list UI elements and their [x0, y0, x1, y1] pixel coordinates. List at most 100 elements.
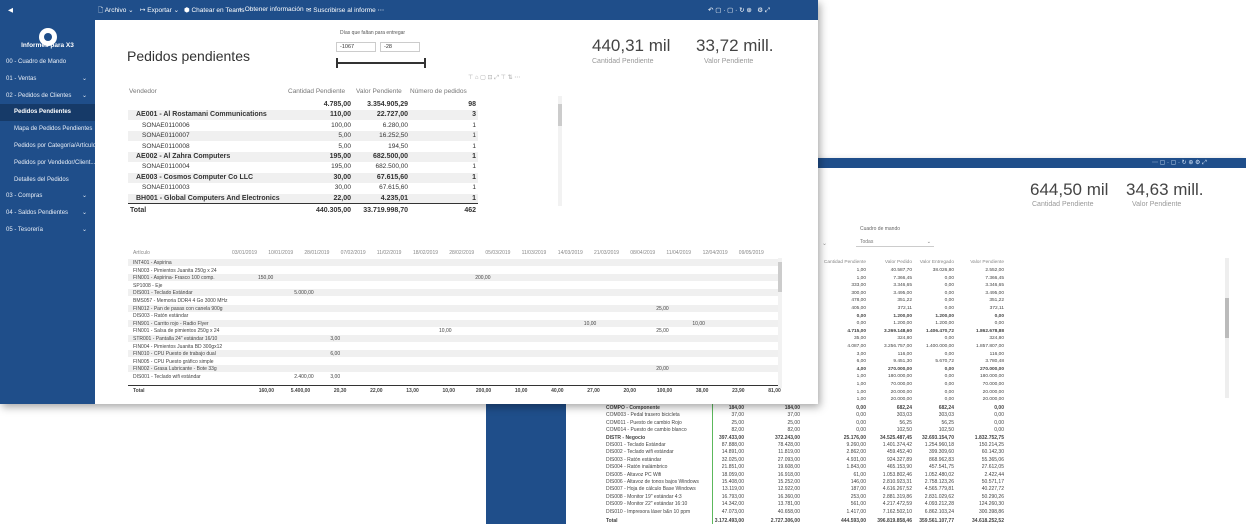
back-table-cell: 1.862.678,88 [975, 328, 1004, 334]
sidebar-item[interactable]: 05 - Tesorería ⌄ [0, 222, 95, 239]
toolbar-insights[interactable]: ♁ Obtener información [238, 6, 304, 13]
back-arrow-icon[interactable]: ◀ [8, 6, 13, 14]
back-scrollbar[interactable] [1225, 258, 1229, 398]
matrix-header-date[interactable]: 05/03/2019 [485, 250, 510, 256]
window-controls-icon[interactable]: ⋯ ▢ · ▢ · ↻ ⊕ ⚙ ⤢ [1152, 159, 1207, 167]
slider-handle-min[interactable] [336, 58, 338, 68]
matrix-total-cell: 23,90 [732, 388, 745, 394]
sidebar-item[interactable]: Detalles del Pedidos [0, 172, 95, 189]
toolbar-file[interactable]: 🗋 Archivo ⌄ [98, 6, 134, 17]
matrix-header-date[interactable]: 11/02/2019 [377, 250, 402, 256]
visual-header-icons[interactable]: ⊤ ⌂ ▢ ⊡ ⤢ ⊤ ⇅ ⋯ [468, 74, 520, 82]
sidebar-item[interactable]: 03 - Compras ⌄ [0, 188, 95, 205]
matrix-header-date[interactable]: 14/03/2019 [558, 250, 583, 256]
matrix-scrollbar[interactable] [778, 258, 782, 388]
matrix-header-date[interactable]: 11/04/2019 [666, 250, 691, 256]
sidebar-item-label: 05 - Tesorería [6, 227, 43, 233]
back-table-cell: 35,00 [853, 336, 866, 342]
matrix-cell: 150,00 [258, 275, 274, 282]
matrix-row[interactable] [128, 304, 778, 312]
toolbar-subscribe[interactable]: ✉ Suscribirse al informe ⋯ [306, 6, 384, 14]
slider-min-input[interactable]: -1067 [336, 42, 376, 52]
back-table-cell: 0,00 [994, 313, 1004, 319]
toolbar-teams[interactable]: ⬢ Chatear en Teams [184, 6, 244, 14]
back-table-cell: 0,00 [944, 283, 954, 289]
back-table-header[interactable]: Valor Pendiente [958, 260, 1004, 265]
matrix-header-date[interactable]: 18/02/2019 [413, 250, 438, 256]
detail-cell: 2.881.319,86 [882, 493, 912, 500]
matrix-cell: 10,00 [583, 320, 597, 327]
matrix-row[interactable] [128, 350, 778, 358]
detail-cell: 561,00 [850, 501, 866, 508]
back-table-cell: 405,00 [851, 306, 866, 311]
detail-cell: 1.832.752,75 [974, 434, 1004, 441]
sidebar-item[interactable]: Pedidos Pendientes [0, 104, 95, 122]
back-table-cell: 324,80 [989, 336, 1004, 342]
detail-cell: 34.525.487,45 [880, 434, 912, 441]
matrix-header-date[interactable]: 21/03/2019 [594, 250, 619, 256]
back-filter-dropdown[interactable]: Todas ⌄ [856, 236, 934, 247]
table-total-orders: 462 [464, 207, 476, 214]
table-cell-orders: 1 [472, 132, 476, 140]
table-header-qty[interactable]: Cantidad Pendiente [288, 88, 345, 95]
matrix-header-date[interactable]: 08/04/2019 [630, 250, 655, 256]
detail-row-label: DIS001 - Teclado Estándar [606, 442, 666, 448]
sidebar-item[interactable]: Pedidos por Vendedor/Client... [0, 155, 95, 172]
sidebar-item-label: 00 - Cuadro de Mando [6, 59, 67, 65]
back-table-cell: 0,00 [944, 290, 954, 296]
matrix-header-date[interactable]: 03/01/2019 [232, 250, 257, 256]
chevron-down-icon[interactable]: ⌄ [822, 240, 827, 247]
toolbar-export[interactable]: ↦ Exportar ⌄ [140, 6, 179, 14]
sidebar-item[interactable]: 02 - Pedidos de Clientes ⌄ [0, 88, 95, 105]
table-cell-qty: 5,00 [338, 132, 351, 140]
slider-max-input[interactable]: -28 [380, 42, 420, 52]
matrix-header-date[interactable]: 07/02/2019 [341, 250, 366, 256]
sidebar-item[interactable]: 04 - Saldos Pendientes ⌄ [0, 205, 95, 222]
detail-cell: 2.422,44 [984, 471, 1004, 478]
chevron-down-icon: ⌄ [81, 227, 87, 233]
sidebar-item[interactable]: Mapa de Pedidos Pendientes [0, 121, 95, 138]
detail-row-label: COM014 - Puesto de cambio blanco [606, 427, 687, 434]
back-kpi-qty-label: Cantidad Pendiente [1032, 201, 1094, 208]
table-cell-seller: AE002 - Al Zahra Computers [136, 153, 231, 160]
back-table-header[interactable]: Cantidad Pendiente [820, 260, 866, 265]
sidebar-item[interactable]: 00 - Cuadro de Mando [0, 54, 95, 71]
table-header-orders[interactable]: Número de pedidos [410, 88, 467, 95]
matrix-header-date[interactable]: 12/04/2019 [703, 250, 728, 256]
detail-cell: 50.290,26 [981, 493, 1004, 500]
matrix-header-date[interactable]: 11/03/2019 [522, 250, 547, 256]
matrix-header-date[interactable]: 10/01/2019 [268, 250, 293, 256]
detail-cell: 303,03 [896, 412, 912, 419]
slider-handle-max[interactable] [424, 58, 426, 68]
matrix-row-label: STR001 - Pantalla 24" estándar 16/10 [133, 336, 218, 342]
detail-cell: 0,00 [994, 419, 1004, 426]
matrix-cell: 3,00 [330, 374, 341, 380]
window-controls-icon[interactable]: ↶ ▢ · ▢ · ↻ ⊕ ⚙ ⤢ [708, 6, 770, 15]
matrix-row[interactable] [128, 274, 778, 282]
matrix-total-cell: 13,00 [406, 388, 419, 394]
matrix-header-article[interactable]: Artículo [133, 250, 150, 256]
matrix-row[interactable] [128, 289, 778, 297]
detail-cell: 0,00 [994, 405, 1004, 411]
back-table-cell: 372,11 [989, 306, 1004, 311]
back-table-header[interactable]: Valor Entregado [908, 260, 954, 265]
matrix-divider [128, 385, 778, 386]
slider-track[interactable] [338, 62, 426, 64]
matrix-header-date[interactable]: 09/05/2019 [739, 250, 764, 256]
back-table-cell: 1,00 [856, 275, 866, 281]
table-scrollbar[interactable] [558, 96, 562, 206]
back-table-header[interactable]: Valor Pedido [866, 260, 912, 265]
matrix-header-date[interactable]: 28/01/2019 [304, 250, 329, 256]
sidebar-item[interactable]: 01 - Ventas ⌄ [0, 71, 95, 88]
sidebar-item[interactable]: Pedidos por Categoría/Artículo [0, 138, 96, 155]
matrix-row[interactable] [128, 259, 778, 266]
matrix-row[interactable] [128, 319, 778, 327]
matrix-row[interactable] [128, 335, 778, 342]
chevron-down-icon: ⌄ [926, 239, 931, 245]
table-header-seller[interactable]: Vendedor [129, 88, 157, 95]
detail-cell: 9.260,00 [846, 442, 866, 448]
matrix-header-date[interactable]: 28/02/2019 [449, 250, 474, 256]
matrix-cell: 10,00 [439, 328, 452, 335]
table-header-value[interactable]: Valor Pendiente [356, 88, 402, 95]
matrix-row[interactable] [128, 365, 778, 373]
